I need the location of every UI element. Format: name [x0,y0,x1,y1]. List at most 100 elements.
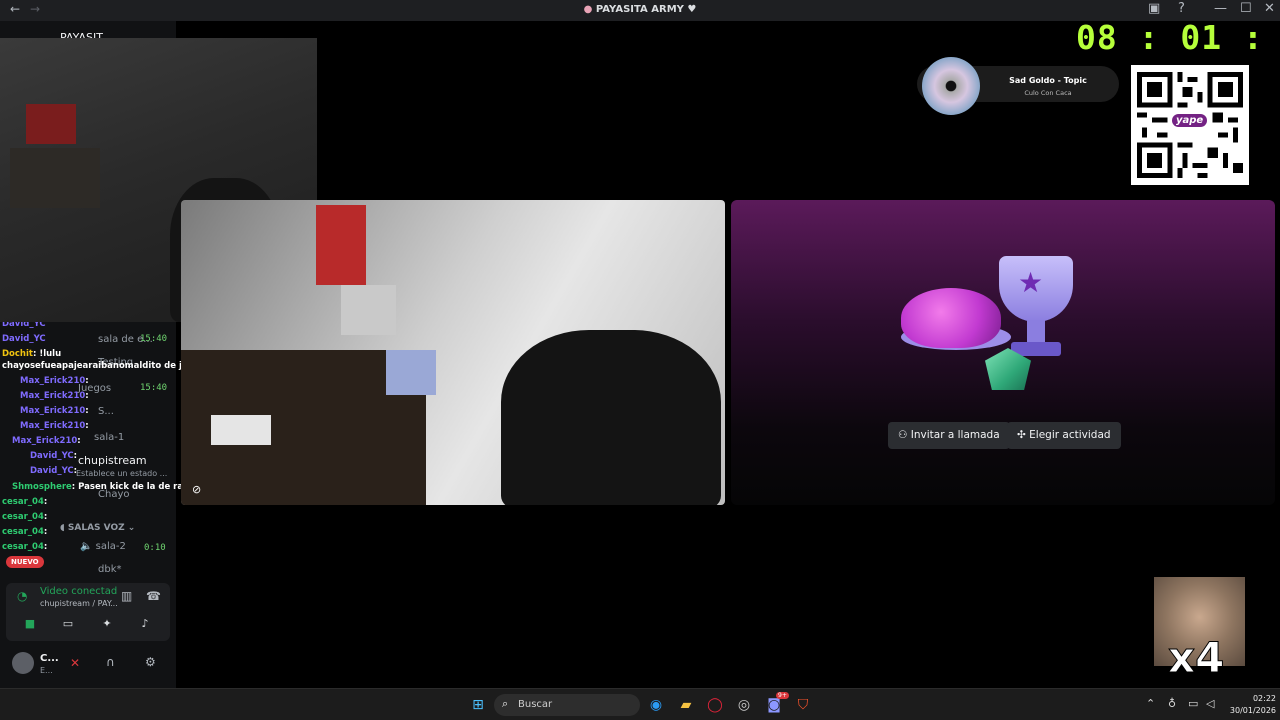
discord-notification-badge: 9+ [776,692,789,699]
activity-panel: ★ ⚇ Invitar a llamada ✣ Elegir actividad [731,200,1275,505]
trophy-stem [1027,320,1045,342]
album-art-disc [922,57,980,115]
avatar[interactable] [12,652,34,674]
microphone-icon[interactable]: ♁ [1168,697,1176,710]
shelf-image [10,148,100,208]
obs-icon[interactable]: ◎ [734,695,754,715]
add-user-icon: ⚇ [898,429,908,441]
edge-browser-icon[interactable]: ◉ [646,695,666,715]
chat-message: Max_Erick210: [20,421,89,431]
set-status-prompt[interactable]: Establece un estado ... [76,469,167,478]
channel-s[interactable]: S... [98,406,114,417]
maximize-button[interactable]: ☐ [1240,1,1252,16]
window-title: ● PAYASITA ARMY ♥ [0,4,1280,15]
channel-sala-2[interactable]: 🔈 sala-2 [80,541,126,552]
noise-suppression-icon[interactable]: ▥ [121,589,132,603]
settings-gear-icon[interactable]: ⚙ [145,655,156,669]
minimize-button[interactable]: — [1214,1,1227,16]
chat-message: Max_Erick210: [12,436,81,446]
chat-message: Shmosphere: Pasen kick de la de rayas [12,482,200,492]
box-image [211,415,271,445]
system-time: 02:22 [1252,694,1276,703]
channel-sala-1[interactable]: sala-1 [94,432,124,443]
channel-chupistream[interactable]: chupistream [78,454,147,467]
camera-button[interactable]: ■ [14,617,46,635]
voice-status[interactable]: Video conectad [40,586,117,597]
now-playing-subtitle: Culo Con Caca [1024,89,1072,97]
box-image [386,350,436,395]
chat-message: cesar_04: [2,512,48,522]
chat-message: David_YC: [30,466,78,476]
category-salas-voz[interactable]: ◖ SALAS VOZ ⌄ [60,523,135,533]
chat-message: David_YC: [30,451,78,461]
channel-time: 15:40 [140,383,168,393]
channel-time: 0:10 [144,543,166,553]
disconnect-icon[interactable]: ☎ [146,589,161,603]
multiplier-label: x4 [1167,633,1225,682]
chevron-down-icon: ⌄ [127,523,136,533]
soundboard-button[interactable]: ♪ [129,617,161,635]
webcam-stream-main [181,200,725,505]
invite-label: Invitar a llamada [910,429,1000,441]
choose-label: Elegir actividad [1029,429,1111,441]
box-image [26,104,76,144]
headphones-icon[interactable]: ∩ [106,655,115,669]
new-badge[interactable]: NUEVO [6,556,44,568]
file-explorer-icon[interactable]: ▰ [676,695,696,715]
user-status: E... [40,666,53,675]
speaker-icon: 🔈 [80,541,93,552]
screen: ← → ● PAYASITA ARMY ♥ ▣ ? — ☐ ✕ PAYASIT.… [0,0,1280,720]
heart-icon: ♥ [687,4,697,15]
channel-label: sala-2 [95,541,126,552]
invite-to-call-button[interactable]: ⚇ Invitar a llamada [888,422,1010,449]
username[interactable]: C... [40,653,59,664]
category-label: SALAS VOZ [67,523,125,533]
now-playing-title: Sad Goldo - Topic [1009,76,1087,85]
search-icon: ⌕ [502,697,509,710]
window-title-text: PAYASITA ARMY [595,4,684,15]
system-clock[interactable]: 02:22 30/01/2026 [1226,693,1276,717]
volume-icon[interactable]: ◁ [1206,697,1214,710]
user-panel: C... E... ✕ ∩ ⚙ [6,646,170,682]
stream-timer: 08 : 01 : 58 [1076,18,1280,57]
system-date: 30/01/2026 [1229,706,1276,715]
voice-connection-panel: ◔ Video conectad chupistream / PAY... ▥ … [6,583,170,641]
start-menu-icon[interactable]: ⊞ [468,695,488,715]
search-placeholder: Buscar [518,699,553,710]
chat-message: cesar_04: [2,527,48,537]
windows-taskbar: ⊞ ⌕ Buscar ◉ ▰ ◯ ◎ ◙ 9+ ⛉ ⌃ ♁ ▭ ◁ 02:22 … [0,688,1280,720]
tray-overflow-icon[interactable]: ⌃ [1146,697,1155,710]
chat-message: cesar_04: [2,542,48,552]
close-button[interactable]: ✕ [1264,1,1275,16]
choose-activity-button[interactable]: ✣ Elegir actividad [1007,422,1121,449]
box-image [316,205,366,285]
opera-browser-icon[interactable]: ◯ [705,695,725,715]
star-icon: ★ [1018,266,1044,299]
voice-user-dbk: dbk* [98,564,122,575]
activities-button[interactable]: ✦ [91,617,123,635]
activity-grid-icon: ✣ [1017,429,1026,441]
help-icon[interactable]: ? [1178,1,1185,16]
chat-message: Max_Erick210: [20,391,89,401]
mic-muted-icon[interactable]: ✕ [70,656,80,670]
chat-message: Max_Erick210: [20,376,89,386]
server-icon: ● [583,4,593,15]
box-image [341,285,396,335]
shell-illustration [901,288,1001,348]
brave-browser-icon[interactable]: ⛉ [793,695,813,715]
network-icon[interactable]: ▭ [1188,697,1198,710]
taskbar-search[interactable]: ⌕ Buscar [494,694,640,716]
chat-message: Dochit: !lulu [2,349,62,359]
chat-message: David_YC [2,334,46,344]
mic-off-icon: ⊘ [192,483,202,496]
chat-message: cesar_04: [2,497,48,507]
category-icon: ◖ [60,523,65,533]
inbox-icon[interactable]: ▣ [1148,1,1160,16]
screen-share-button[interactable]: ▭ [52,617,84,635]
qr-brand-label: yape [1172,114,1208,127]
signal-icon[interactable]: ◔ [17,589,27,603]
channel-time: 15:40 [140,334,168,344]
chat-message: Max_Erick210: [20,406,89,416]
gaming-chair-image [501,330,721,505]
voice-channel[interactable]: chupistream / PAY... [40,599,118,608]
